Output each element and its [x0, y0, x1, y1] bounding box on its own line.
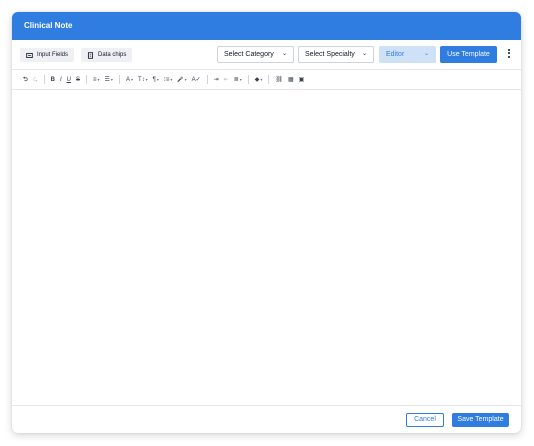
- top-toolbar: Input Fields Data chips Select Category …: [12, 40, 521, 70]
- input-fields-icon: [26, 52, 33, 58]
- chevron-down-icon: ⌄: [281, 51, 287, 57]
- indent-icon[interactable]: ⇥: [214, 74, 219, 86]
- align-icon[interactable]: ≡ ▾: [93, 74, 100, 86]
- line-height-icon[interactable]: ☰ ▾: [105, 74, 113, 86]
- underline-icon[interactable]: U: [67, 74, 71, 86]
- cancel-button[interactable]: Cancel: [406, 413, 444, 427]
- list-icon[interactable]: ⁝≡ ▾: [164, 74, 172, 86]
- divider: [206, 75, 208, 84]
- dialog-footer: Cancel Save Template: [12, 405, 521, 433]
- divider: [247, 75, 249, 84]
- italic-icon[interactable]: I: [60, 74, 62, 86]
- editor-content-area[interactable]: [12, 90, 521, 404]
- format-toolbar: ⮌ ⮎ B I U S ≡ ▾ ☰ ▾ A ▾ T↕ ▾ ¶ ▾ ⁝≡ ▾ 🎤 ▾ A✓ ⇥ …: [12, 70, 521, 90]
- text-align-icon[interactable]: ≣ ▾: [234, 74, 242, 86]
- strikethrough-icon[interactable]: S: [76, 74, 80, 86]
- bold-icon[interactable]: B: [51, 74, 55, 86]
- paragraph-icon[interactable]: ¶ ▾: [153, 74, 159, 86]
- category-select-value: Select Category: [224, 51, 274, 58]
- divider: [268, 75, 270, 84]
- more-options-icon[interactable]: [507, 47, 511, 61]
- chevron-down-icon: ⌄: [361, 51, 367, 57]
- use-template-button[interactable]: Use Template: [440, 46, 497, 63]
- divider: [86, 75, 87, 84]
- clinical-note-dialog: Clinical Note Input Fields Data chips Se…: [12, 12, 521, 433]
- table-icon[interactable]: ▦: [288, 74, 294, 86]
- data-chips-label: Data chips: [98, 52, 127, 58]
- save-template-button[interactable]: Save Template: [452, 413, 509, 427]
- category-select[interactable]: Select Category ⌄: [217, 46, 294, 63]
- undo-icon[interactable]: ⮌: [23, 74, 28, 86]
- link-icon[interactable]: ⛓: [275, 74, 283, 86]
- divider: [43, 75, 45, 84]
- dialog-title: Clinical Note: [12, 12, 521, 40]
- input-fields-button[interactable]: Input Fields: [20, 48, 75, 62]
- chevron-down-icon: ⌄: [423, 51, 429, 57]
- font-color-icon[interactable]: A ▾: [126, 74, 133, 86]
- specialty-select[interactable]: Select Specialty ⌄: [298, 46, 374, 63]
- data-chips-button[interactable]: Data chips: [81, 48, 133, 62]
- spellcheck-icon[interactable]: A✓: [192, 74, 201, 86]
- microphone-icon[interactable]: 🎤 ▾: [177, 74, 186, 86]
- font-size-icon[interactable]: T↕ ▾: [138, 74, 148, 86]
- divider: [118, 75, 120, 84]
- image-icon[interactable]: ▣: [299, 74, 305, 86]
- specialty-select-value: Select Specialty: [305, 51, 355, 58]
- mode-select[interactable]: Editor ⌄: [379, 46, 436, 63]
- outdent-icon[interactable]: ⇤: [224, 74, 229, 86]
- mode-select-value: Editor: [386, 51, 405, 58]
- redo-icon[interactable]: ⮎: [33, 74, 38, 86]
- fill-color-icon[interactable]: ◆ ▾: [255, 74, 263, 86]
- input-fields-label: Input Fields: [37, 52, 69, 58]
- data-chips-icon: [87, 51, 94, 59]
